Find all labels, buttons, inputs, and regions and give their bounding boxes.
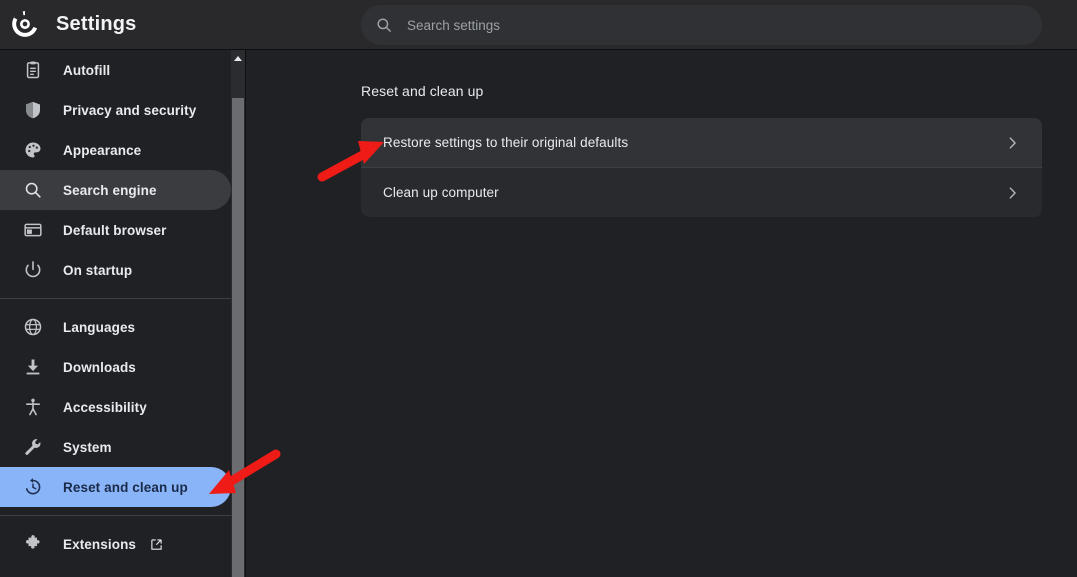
chevron-right-icon xyxy=(1004,135,1020,151)
scrollbar-thumb[interactable] xyxy=(232,98,244,577)
sidebar-right-border xyxy=(245,50,246,577)
sidebar-item-downloads[interactable]: Downloads xyxy=(0,347,231,387)
sidebar-item-label: Appearance xyxy=(63,142,142,158)
search-icon xyxy=(375,16,393,34)
row-label: Clean up computer xyxy=(383,185,499,200)
browser-window-icon xyxy=(23,220,43,240)
sidebar-item-default-browser[interactable]: Default browser xyxy=(0,210,231,250)
sidebar-group-3: Extensions xyxy=(0,524,231,564)
sidebar-item-label: Reset and clean up xyxy=(63,479,188,495)
puzzle-piece-icon xyxy=(23,534,43,554)
header-divider xyxy=(0,49,1077,50)
external-link-icon[interactable] xyxy=(149,537,164,552)
section-title: Reset and clean up xyxy=(361,83,484,99)
sidebar-item-label: Accessibility xyxy=(63,399,147,415)
sidebar-item-accessibility[interactable]: Accessibility xyxy=(0,387,231,427)
globe-icon xyxy=(23,317,43,337)
search-icon xyxy=(23,180,43,200)
sidebar-item-label: Search engine xyxy=(63,182,157,198)
reset-options-card: Restore settings to their original defau… xyxy=(361,118,1042,217)
sidebar-group-2: Languages Downloads Accessibility System… xyxy=(0,307,231,507)
sidebar-item-label: System xyxy=(63,439,112,455)
sidebar-item-appearance[interactable]: Appearance xyxy=(0,130,231,170)
sidebar-item-autofill[interactable]: Autofill xyxy=(0,50,231,90)
settings-sidebar: Autofill Privacy and security Appearance… xyxy=(0,50,231,577)
sidebar-item-search-engine[interactable]: Search engine xyxy=(0,170,231,210)
sidebar-item-on-startup[interactable]: On startup xyxy=(0,250,231,290)
sidebar-item-privacy-and-security[interactable]: Privacy and security xyxy=(0,90,231,130)
sidebar-item-extensions[interactable]: Extensions xyxy=(0,524,231,564)
row-clean-up-computer[interactable]: Clean up computer xyxy=(361,168,1042,217)
main-content: Reset and clean up Restore settings to t… xyxy=(246,50,1077,577)
scroll-up-arrow-icon[interactable] xyxy=(231,50,245,67)
row-restore-settings-to-defaults[interactable]: Restore settings to their original defau… xyxy=(361,118,1042,167)
palette-icon xyxy=(23,140,43,160)
settings-window: Settings Search settings Autofill Privac… xyxy=(0,0,1077,577)
sidebar-group-1: Autofill Privacy and security Appearance… xyxy=(0,50,231,290)
download-icon xyxy=(23,357,43,377)
clipboard-icon xyxy=(23,60,43,80)
sidebar-item-label: Autofill xyxy=(63,62,111,78)
sidebar-item-label: Downloads xyxy=(63,359,136,375)
sidebar-item-languages[interactable]: Languages xyxy=(0,307,231,347)
page-title: Settings xyxy=(56,13,137,35)
sidebar-divider-1 xyxy=(0,298,231,299)
header-bar: Settings xyxy=(0,0,1077,49)
sidebar-divider-2 xyxy=(0,515,231,516)
search-settings-bar[interactable] xyxy=(361,5,1042,45)
sidebar-item-label: Default browser xyxy=(63,222,167,238)
sidebar-item-system[interactable]: System xyxy=(0,427,231,467)
history-restore-icon xyxy=(23,477,43,497)
shield-icon xyxy=(23,100,43,120)
sidebar-scrollbar[interactable] xyxy=(231,50,245,577)
sidebar-item-label: On startup xyxy=(63,262,133,278)
sidebar-item-label: Extensions xyxy=(63,536,137,552)
row-label: Restore settings to their original defau… xyxy=(383,135,629,150)
search-input[interactable] xyxy=(407,5,1027,45)
sidebar-item-reset-and-clean-up[interactable]: Reset and clean up xyxy=(0,467,231,507)
sidebar-item-label: Privacy and security xyxy=(63,102,197,118)
chrome-logo-icon xyxy=(11,10,39,38)
power-icon xyxy=(23,260,43,280)
sidebar-item-label: Languages xyxy=(63,319,136,335)
accessibility-icon xyxy=(23,397,43,417)
wrench-icon xyxy=(23,437,43,457)
chevron-right-icon xyxy=(1004,185,1020,201)
